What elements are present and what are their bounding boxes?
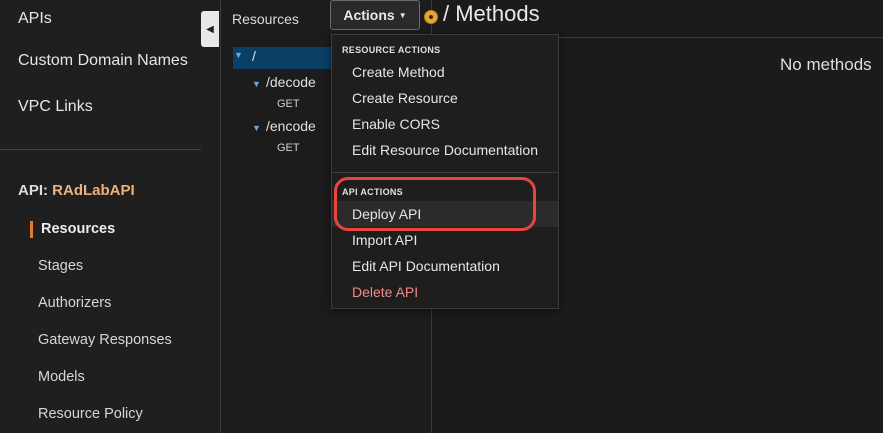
menu-divider: [332, 172, 558, 173]
tree-item-decode[interactable]: ▼/decode: [252, 74, 316, 90]
caret-down-icon[interactable]: ▼: [252, 123, 266, 133]
caret-down-icon[interactable]: ▼: [234, 50, 248, 60]
nav-custom-domain-names[interactable]: Custom Domain Names: [18, 52, 188, 70]
page-title: / Methods: [443, 1, 540, 26]
empty-state-text: No methods: [780, 55, 872, 74]
sidebar-item-stages[interactable]: Stages: [38, 258, 83, 274]
sidebar-item-authorizers[interactable]: Authorizers: [38, 295, 111, 311]
api-heading: API: RAdLabAPI: [18, 182, 135, 199]
active-indicator: [30, 221, 33, 238]
menu-item-delete-api[interactable]: Delete API: [352, 284, 418, 300]
tree-method-get[interactable]: GET: [277, 98, 300, 110]
menu-item-import-api[interactable]: Import API: [352, 232, 417, 248]
chevron-down-icon: ▼: [398, 10, 407, 20]
actions-label: Actions: [343, 7, 395, 23]
tree-method-get[interactable]: GET: [277, 142, 300, 154]
menu-item-edit-resource-documentation[interactable]: Edit Resource Documentation: [352, 142, 538, 158]
menu-item-enable-cors[interactable]: Enable CORS: [352, 116, 440, 132]
tree-item-label: /decode: [266, 74, 316, 90]
tree-item-label: /: [252, 48, 256, 64]
sidebar-item-resource-policy[interactable]: Resource Policy: [38, 406, 143, 422]
nav-vpc-links[interactable]: VPC Links: [18, 98, 93, 116]
api-gateway-console: APIs Custom Domain Names VPC Links API: …: [0, 0, 883, 433]
menu-section-header: RESOURCE ACTIONS: [342, 45, 441, 55]
actions-button[interactable]: Actions ▼: [330, 0, 420, 30]
annotation-highlight-ring: [334, 177, 536, 231]
collapse-sidebar-button[interactable]: ◀: [201, 11, 219, 47]
tree-item-encode[interactable]: ▼/encode: [252, 118, 316, 134]
menu-item-edit-api-documentation[interactable]: Edit API Documentation: [352, 258, 500, 274]
menu-item-create-method[interactable]: Create Method: [352, 64, 445, 80]
resources-title: Resources: [232, 11, 299, 27]
api-prefix: API:: [18, 182, 48, 199]
menu-item-create-resource[interactable]: Create Resource: [352, 90, 458, 106]
sidebar-divider: [0, 149, 201, 150]
tree-item-label: /encode: [266, 118, 316, 134]
sidebar: APIs Custom Domain Names VPC Links API: …: [0, 0, 221, 433]
caret-left-icon: ◀: [206, 23, 214, 35]
nav-apis[interactable]: APIs: [18, 10, 52, 28]
sidebar-item-gateway-responses[interactable]: Gateway Responses: [38, 332, 172, 348]
api-name[interactable]: RAdLabAPI: [52, 182, 135, 199]
sidebar-item-resources[interactable]: Resources: [41, 221, 115, 237]
resource-status-icon: [424, 10, 438, 24]
caret-down-icon[interactable]: ▼: [252, 79, 266, 89]
tree-item-root[interactable]: ▼ /: [233, 47, 343, 69]
actions-dropdown-menu: RESOURCE ACTIONS Create Method Create Re…: [331, 34, 559, 309]
sidebar-item-models[interactable]: Models: [38, 369, 85, 385]
